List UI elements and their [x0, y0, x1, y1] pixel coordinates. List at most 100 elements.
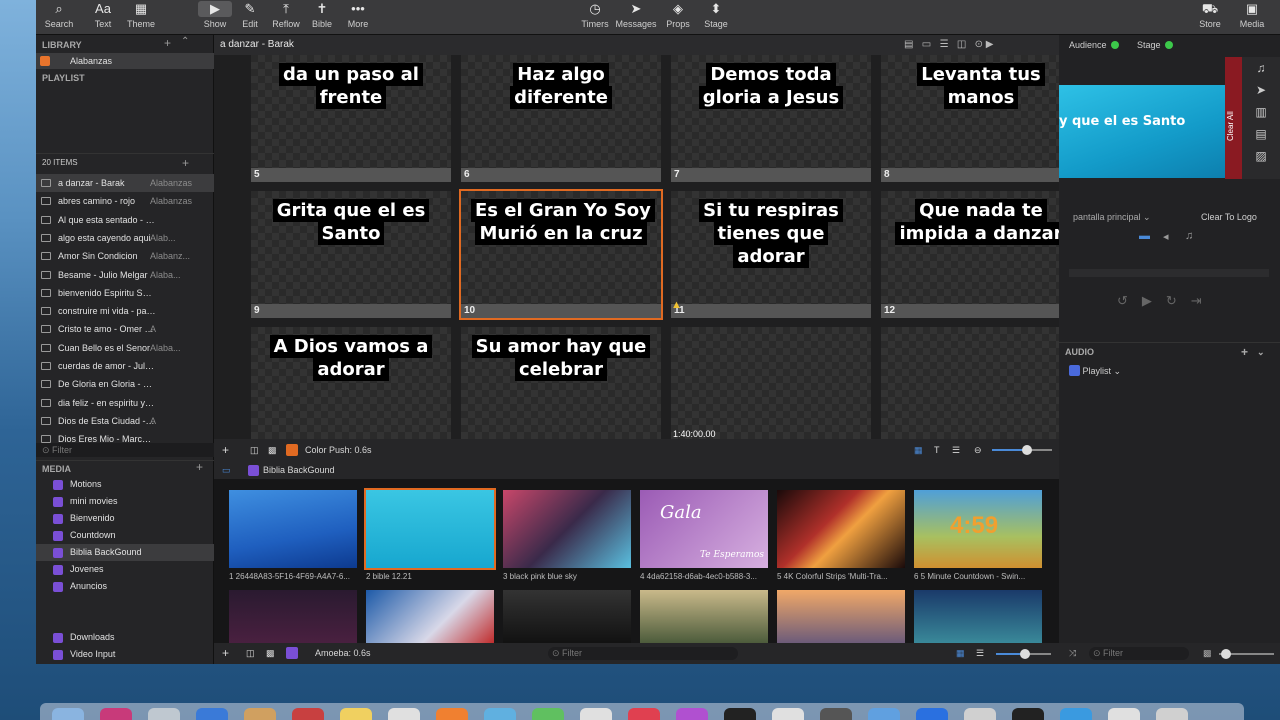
dock-app-icon[interactable] — [484, 708, 516, 720]
playlist-item[interactable]: Besame - Julio Melgar Alaba... — [36, 266, 214, 284]
dock-app-icon[interactable] — [868, 708, 900, 720]
dock-app-icon[interactable] — [244, 708, 276, 720]
slide-thumbnail[interactable]: da un paso al frente 5 — [251, 55, 451, 182]
clear-props-icon[interactable]: ▥ — [1242, 101, 1280, 123]
dock-app-icon[interactable] — [1060, 708, 1092, 720]
media-transition-label[interactable]: Amoeba: 0.6s — [315, 643, 371, 664]
timers-button[interactable]: ◷ Timers — [576, 0, 614, 35]
reflow-button[interactable]: ⤒ Reflow — [268, 0, 304, 35]
audience-status[interactable]: Audience — [1069, 40, 1119, 50]
slide-thumbnail[interactable]: Levanta tus manos 8 — [881, 55, 1081, 182]
playlist-item[interactable]: De Gloria en Gloria - Marco... — [36, 375, 214, 393]
playlist-item[interactable]: Amor Sin Condicion Alabanz... — [36, 247, 214, 265]
clear-messages-icon[interactable]: ➤ — [1242, 79, 1280, 101]
clear-audio-icon[interactable]: ♫ — [1242, 57, 1280, 79]
media-thumbnail[interactable]: Gala Te Esperamos — [640, 490, 768, 568]
downloads-item[interactable]: Downloads — [36, 629, 214, 646]
playlist-item[interactable]: algo esta cayendo aqui Alab... — [36, 229, 214, 247]
slide-thumbnail[interactable]: Su amor hay que celebrar14 — [461, 327, 661, 454]
checker-icon-2[interactable]: ▩ — [266, 643, 275, 664]
playlist-item[interactable]: Al que esta sentado - Marco... — [36, 211, 214, 229]
dock-app-icon[interactable] — [964, 708, 996, 720]
stage-status[interactable]: Stage — [1137, 40, 1173, 50]
grid-view-icon[interactable]: ▦ — [914, 439, 923, 461]
audio-collapse-icon[interactable]: ⌄ — [1257, 343, 1265, 361]
header-tools[interactable]: ▤ ▭ ☰ ◫ ⊙ ▶ — [904, 35, 994, 55]
media-list-icon[interactable]: ☰ — [976, 643, 984, 664]
media-playlist-item[interactable]: Anuncios — [36, 578, 214, 595]
media-grid-icon[interactable]: ▦ — [956, 643, 965, 664]
media-zoom-slider[interactable] — [996, 649, 1051, 659]
zoom-out-icon[interactable]: ⊖ — [974, 439, 982, 461]
slide-thumbnail[interactable]: 16 — [881, 327, 1081, 454]
slide-thumbnail[interactable]: Grita que el es Santo 9 — [251, 191, 451, 318]
screen-selector[interactable]: pantalla principal ⌄ — [1073, 212, 1151, 223]
dock-app-icon[interactable] — [772, 708, 804, 720]
slide-tab-icon[interactable]: ▬ — [1139, 230, 1150, 242]
media-thumbnail[interactable] — [777, 490, 905, 568]
clear-all-button[interactable]: Clear All — [1225, 57, 1242, 179]
announce-tab-icon[interactable]: ◂ — [1163, 230, 1169, 243]
more-button[interactable]: ••• More — [340, 0, 376, 35]
sidebar-toggle-icon[interactable]: ▭ — [222, 461, 231, 479]
dock-app-icon[interactable] — [1156, 708, 1188, 720]
media-button[interactable]: ▣ Media — [1234, 0, 1270, 35]
dock-app-icon[interactable] — [292, 708, 324, 720]
audio-tab-icon[interactable]: ♫ — [1185, 230, 1193, 242]
slide-thumbnail[interactable]: Si tu respiras tienes que adorar 11 — [671, 191, 871, 318]
playlist-item[interactable]: construire mi vida - passion — [36, 302, 214, 320]
collapse-icon[interactable]: ⌃ — [181, 36, 189, 47]
dock-app-icon[interactable] — [628, 708, 660, 720]
transport-controls[interactable]: ↺▶↻⇥ — [1117, 293, 1216, 309]
audio-checker-icon[interactable]: ▩ — [1203, 643, 1212, 664]
volume-handle[interactable] — [1221, 649, 1231, 659]
media-filter-input[interactable]: ⊙ Filter — [548, 647, 738, 660]
slide-thumbnail[interactable]: A Dios vamos a adorar13 — [251, 327, 451, 454]
slide-thumbnail[interactable]: Es el Gran Yo Soy Murió en la cruz 10 — [459, 189, 663, 320]
add-audio-icon[interactable]: + — [1241, 343, 1248, 361]
transition-icon[interactable] — [286, 444, 298, 456]
audio-playlist-selector[interactable]: Playlist ⌄ — [1069, 365, 1121, 377]
shuffle-icon[interactable]: ⤨ — [1069, 643, 1076, 664]
dock-app-icon[interactable] — [196, 708, 228, 720]
media-playlist-item[interactable]: Jovenes — [36, 561, 214, 578]
media-thumbnail[interactable] — [914, 590, 1042, 644]
slide-thumbnail[interactable]: Que nada te impida a danzar 12 — [881, 191, 1081, 318]
checker-icon[interactable]: ▩ — [268, 439, 277, 461]
layout-icon[interactable]: ◫ — [250, 439, 259, 461]
stage-button[interactable]: ⬍ Stage — [698, 0, 734, 35]
playlist-item[interactable]: Dios de Esta Ciudad - BlestA — [36, 412, 214, 430]
bible-button[interactable]: ✝ Bible — [305, 0, 339, 35]
dock-app-icon[interactable] — [532, 708, 564, 720]
list-view-icon[interactable]: ☰ — [952, 439, 960, 461]
zoom-handle[interactable] — [1022, 445, 1032, 455]
store-button[interactable]: ⛟ Store — [1192, 0, 1228, 35]
video-input-item[interactable]: Video Input — [36, 646, 214, 663]
dock-app-icon[interactable] — [1012, 708, 1044, 720]
library-item[interactable]: Alabanzas — [36, 53, 214, 69]
dock-app-icon[interactable] — [676, 708, 708, 720]
layout-icon-2[interactable]: ◫ — [246, 643, 255, 664]
zoom-slider[interactable] — [992, 445, 1052, 455]
media-thumbnail[interactable] — [503, 590, 631, 644]
transport-scrubber[interactable] — [1069, 269, 1269, 277]
playlist-item[interactable]: Cuan Bello es el Senor Alaba... — [36, 339, 214, 357]
dock-app-icon[interactable] — [916, 708, 948, 720]
slide-thumbnail[interactable]: 1:40:00.0015 — [671, 327, 871, 454]
playlist-item[interactable]: bienvenido Espiritu Santo G... — [36, 284, 214, 302]
add-media-icon[interactable]: + — [196, 460, 203, 474]
dock-app-icon[interactable] — [436, 708, 468, 720]
playlist-item[interactable]: Cristo te amo - Omer HerreraA — [36, 320, 214, 338]
dock-app-icon[interactable] — [1108, 708, 1140, 720]
dock-app-icon[interactable] — [52, 708, 84, 720]
clear-slide-icon[interactable]: ▤ — [1242, 123, 1280, 145]
filter-input[interactable]: ⊙ Filter — [36, 443, 214, 457]
media-thumbnail[interactable]: 4:59 — [914, 490, 1042, 568]
media-thumbnail[interactable] — [640, 590, 768, 644]
text-view-icon[interactable]: T — [934, 439, 940, 461]
media-thumbnail[interactable] — [229, 590, 357, 644]
messages-button[interactable]: ➤ Messages — [614, 0, 658, 35]
media-zoom-handle[interactable] — [1020, 649, 1030, 659]
media-thumbnail[interactable] — [503, 490, 631, 568]
add-item-icon[interactable]: + — [182, 154, 189, 172]
